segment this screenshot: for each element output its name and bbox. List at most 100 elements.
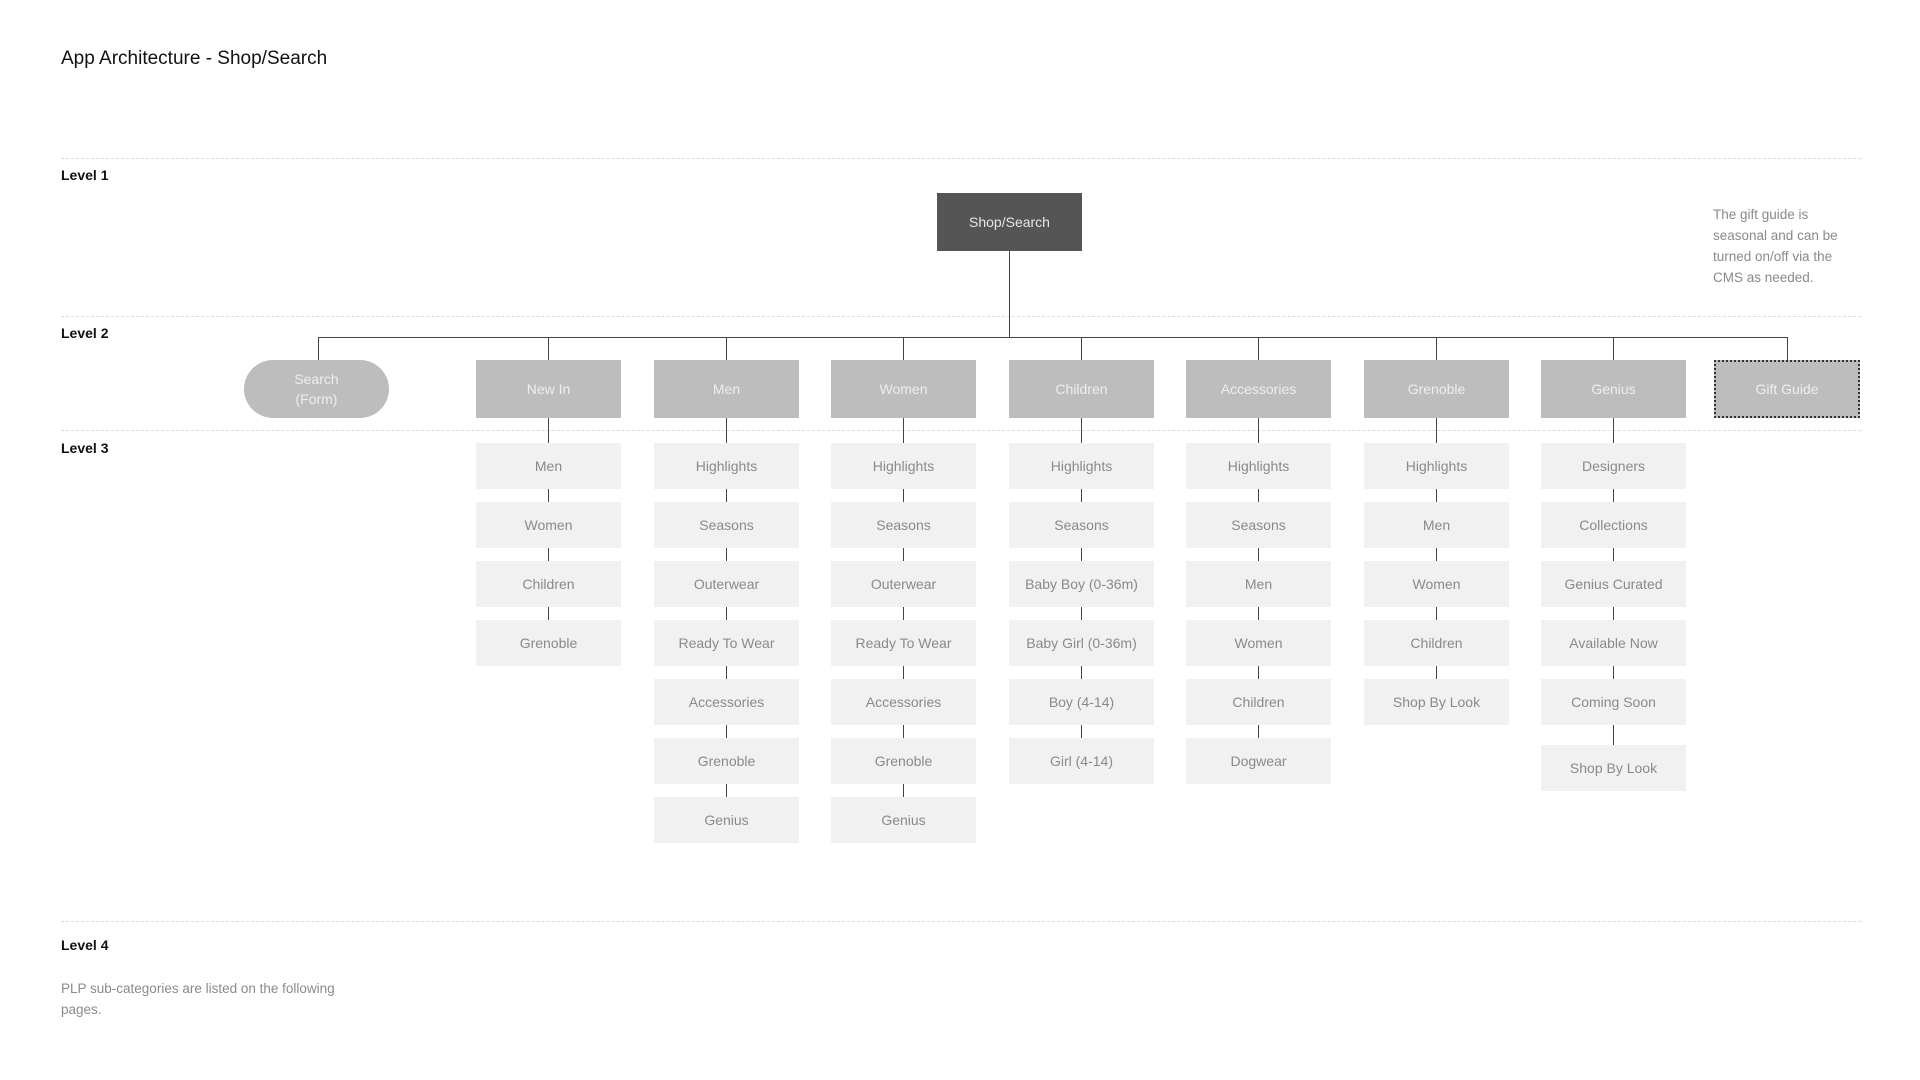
child-connector [903, 489, 904, 502]
child-connector [548, 548, 549, 561]
child-connector [903, 607, 904, 620]
search-sublabel: (Form) [295, 391, 338, 407]
level-3-node[interactable]: Accessories [831, 679, 976, 725]
root-connector [1009, 251, 1010, 337]
level-2-node[interactable]: Genius [1541, 360, 1686, 418]
level-3-node[interactable]: Seasons [831, 502, 976, 548]
level-3-node[interactable]: Available Now [1541, 620, 1686, 666]
child-connector [548, 418, 549, 443]
level-2-bus [318, 337, 1788, 338]
level-3-node[interactable]: Women [1186, 620, 1331, 666]
level-3-node[interactable]: Highlights [654, 443, 799, 489]
level-3-label: Level 3 [61, 440, 109, 456]
level-3-node[interactable]: Men [1364, 502, 1509, 548]
level-3-node[interactable]: Women [476, 502, 621, 548]
level-3-node[interactable]: Coming Soon [1541, 679, 1686, 725]
child-connector [1081, 489, 1082, 502]
child-connector [1613, 418, 1614, 443]
root-node-shop-search[interactable]: Shop/Search [937, 193, 1082, 251]
child-connector [1613, 607, 1614, 620]
level-3-node[interactable]: Children [1186, 679, 1331, 725]
level-3-node[interactable]: Accessories [654, 679, 799, 725]
level-3-node[interactable]: Outerwear [654, 561, 799, 607]
level-3-node[interactable]: Genius [654, 797, 799, 843]
level-3-node[interactable]: Collections [1541, 502, 1686, 548]
level-3-node[interactable]: Children [476, 561, 621, 607]
column-connector [1613, 337, 1614, 360]
level-2-node[interactable]: Children [1009, 360, 1154, 418]
child-connector [1081, 725, 1082, 738]
level-3-node[interactable]: Men [1186, 561, 1331, 607]
search-connector [318, 337, 319, 360]
level-4-label: Level 4 [61, 937, 109, 953]
level-3-node[interactable]: Shop By Look [1541, 745, 1686, 791]
level-3-node[interactable]: Seasons [1009, 502, 1154, 548]
column-connector [1081, 337, 1082, 360]
level-2-node[interactable]: Men [654, 360, 799, 418]
level-3-node[interactable]: Highlights [1364, 443, 1509, 489]
child-connector [903, 784, 904, 797]
child-connector [726, 607, 727, 620]
note-line: turned on/off via the [1713, 249, 1833, 264]
column-connector [903, 337, 904, 360]
child-connector [1613, 548, 1614, 561]
child-connector [1258, 548, 1259, 561]
child-connector [726, 418, 727, 443]
child-connector [903, 666, 904, 679]
level-3-node[interactable]: Boy (4-14) [1009, 679, 1154, 725]
level-3-node[interactable]: Baby Boy (0-36m) [1009, 561, 1154, 607]
child-connector [1436, 548, 1437, 561]
child-connector [1613, 666, 1614, 679]
level-1-divider [61, 158, 1861, 159]
level-2-node[interactable]: Women [831, 360, 976, 418]
level-3-node[interactable]: Baby Girl (0-36m) [1009, 620, 1154, 666]
note-line: The gift guide is [1713, 207, 1809, 222]
note-line: pages. [61, 1002, 102, 1017]
level-3-node[interactable]: Grenoble [654, 738, 799, 784]
child-connector [1436, 489, 1437, 502]
child-connector [548, 607, 549, 620]
column-connector [548, 337, 549, 360]
level-3-node[interactable]: Shop By Look [1364, 679, 1509, 725]
level-3-node[interactable]: Highlights [1186, 443, 1331, 489]
level-3-node[interactable]: Children [1364, 620, 1509, 666]
gift-guide-note: The gift guide is seasonal and can be tu… [1713, 204, 1838, 288]
child-connector [1258, 607, 1259, 620]
level-3-divider [61, 430, 1861, 431]
level-2-node[interactable]: Accessories [1186, 360, 1331, 418]
search-label: Search [294, 371, 339, 387]
note-line: CMS as needed. [1713, 270, 1814, 285]
level-3-node[interactable]: Men [476, 443, 621, 489]
gift-guide-node[interactable]: Gift Guide [1714, 360, 1860, 418]
level-3-node[interactable]: Dogwear [1186, 738, 1331, 784]
level-3-node[interactable]: Highlights [831, 443, 976, 489]
search-form-node[interactable]: Search (Form) [244, 360, 389, 418]
level-3-node[interactable]: Highlights [1009, 443, 1154, 489]
note-line: PLP sub-categories are listed on the fol… [61, 981, 335, 996]
level-2-node[interactable]: Grenoble [1364, 360, 1509, 418]
level-3-node[interactable]: Genius [831, 797, 976, 843]
level-3-node[interactable]: Seasons [1186, 502, 1331, 548]
child-connector [1081, 607, 1082, 620]
child-connector [726, 489, 727, 502]
level-3-node[interactable]: Seasons [654, 502, 799, 548]
child-connector [726, 666, 727, 679]
level-4-divider [61, 921, 1861, 922]
child-connector [1258, 489, 1259, 502]
level-3-node[interactable]: Ready To Wear [831, 620, 976, 666]
child-connector [1081, 418, 1082, 443]
level-3-node[interactable]: Designers [1541, 443, 1686, 489]
level-3-node[interactable]: Genius Curated [1541, 561, 1686, 607]
level-3-node[interactable]: Ready To Wear [654, 620, 799, 666]
level-3-node[interactable]: Girl (4-14) [1009, 738, 1154, 784]
child-connector [903, 548, 904, 561]
child-connector [1258, 725, 1259, 738]
child-connector [548, 489, 549, 502]
level-3-node[interactable]: Outerwear [831, 561, 976, 607]
level-2-node[interactable]: New In [476, 360, 621, 418]
level-3-node[interactable]: Grenoble [476, 620, 621, 666]
child-connector [1081, 666, 1082, 679]
level-3-node[interactable]: Women [1364, 561, 1509, 607]
level-3-node[interactable]: Grenoble [831, 738, 976, 784]
level-2-label: Level 2 [61, 325, 109, 341]
